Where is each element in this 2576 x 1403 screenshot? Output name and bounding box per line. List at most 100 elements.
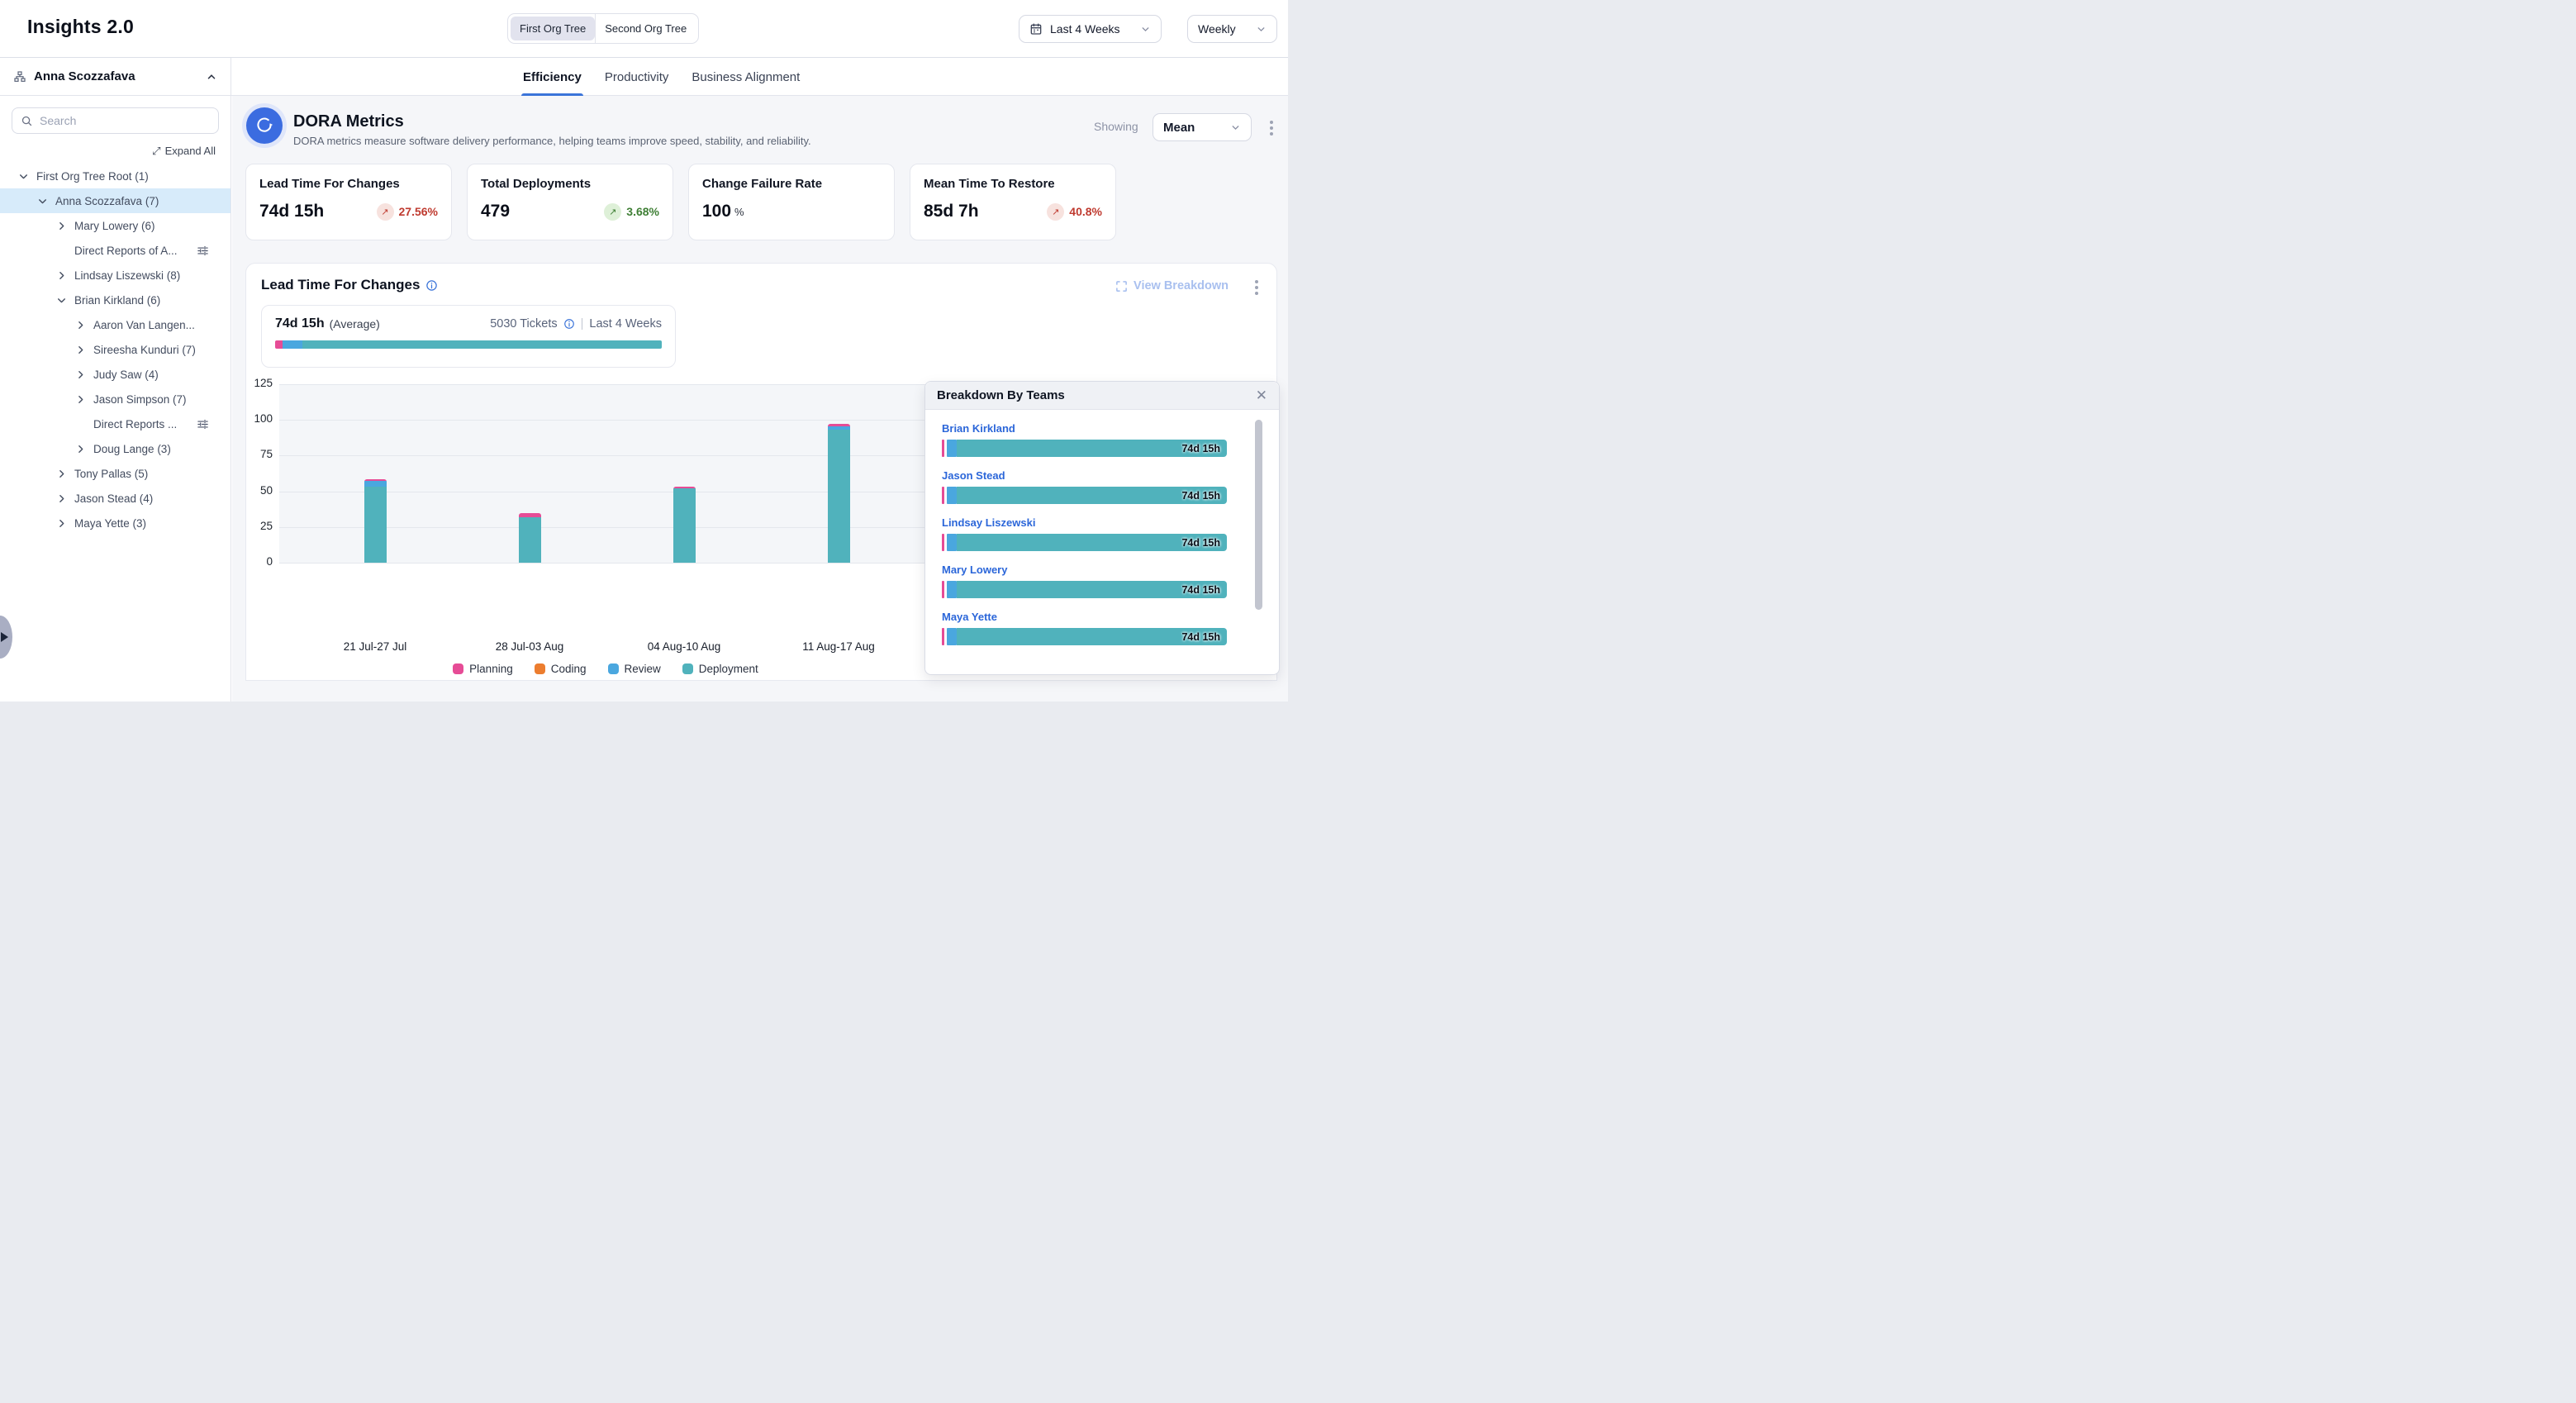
- tree-item-label: Jason Stead (4): [74, 492, 153, 505]
- chevron-right-icon[interactable]: [56, 492, 68, 504]
- tab-productivity[interactable]: Productivity: [605, 58, 669, 96]
- dora-section-title: DORA Metrics: [293, 112, 404, 131]
- chevron-down-icon[interactable]: [56, 294, 68, 306]
- metric-value: 74d 15h: [259, 202, 324, 221]
- trend-badge: ↗3.68%: [604, 203, 659, 221]
- tree-item-tony-pallas-5[interactable]: Tony Pallas (5): [0, 461, 231, 486]
- chevron-right-icon[interactable]: [75, 319, 87, 331]
- tree-item-sireesha-kunduri-7[interactable]: Sireesha Kunduri (7): [0, 337, 231, 362]
- chevron-right-icon[interactable]: [75, 393, 87, 405]
- tree-item-aaron-van-langen[interactable]: Aaron Van Langen...: [0, 312, 231, 337]
- legend-item-planning[interactable]: Planning: [453, 663, 513, 675]
- tree-item-lindsay-liszewski-8[interactable]: Lindsay Liszewski (8): [0, 263, 231, 288]
- tree-item-direct-reports[interactable]: Direct Reports ...: [0, 411, 231, 436]
- tree-item-label: Doug Lange (3): [93, 443, 171, 455]
- org-tree-sidebar: ⤢ Expand All First Org Tree Root (1) Anna…: [0, 96, 231, 702]
- search-input[interactable]: [40, 114, 210, 127]
- chevron-down-icon: [1230, 122, 1241, 133]
- insights-app: Insights 2.0 First Org TreeSecond Org Tr…: [0, 0, 1288, 702]
- showing-select[interactable]: Mean: [1153, 113, 1252, 141]
- summary-period: Last 4 Weeks: [589, 317, 662, 331]
- sidebar-header[interactable]: Anna Scozzafava: [0, 58, 231, 96]
- panel-scrollbar-thumb[interactable]: [1255, 420, 1262, 610]
- chevron-right-icon[interactable]: [75, 443, 87, 454]
- team-name-link[interactable]: Mary Lowery: [942, 564, 1262, 576]
- tree-item-brian-kirkland-6[interactable]: Brian Kirkland (6): [0, 288, 231, 312]
- tab-efficiency[interactable]: Efficiency: [523, 58, 582, 96]
- summary-tickets: 5030 Tickets: [490, 317, 557, 331]
- tree-item-anna-scozzafava-7[interactable]: Anna Scozzafava (7): [0, 188, 231, 213]
- tree-item-jason-stead-4[interactable]: Jason Stead (4): [0, 486, 231, 511]
- stacked-bar-4: [828, 424, 850, 564]
- filter-sliders-icon[interactable]: [197, 245, 209, 257]
- stacked-bar-2: [519, 513, 541, 563]
- tree-item-label: Anna Scozzafava (7): [55, 195, 159, 207]
- chevron-right-icon[interactable]: [56, 220, 68, 231]
- tree-item-direct-reports-of-a[interactable]: Direct Reports of A...: [0, 238, 231, 263]
- breakdown-row-jason-stead: Jason Stead 74d 15h: [942, 469, 1262, 504]
- lead-time-menu-button[interactable]: [1255, 280, 1258, 295]
- trend-up-icon: ↗: [377, 203, 394, 221]
- tree-item-maya-yette-3[interactable]: Maya Yette (3): [0, 511, 231, 535]
- dora-menu-button[interactable]: [1270, 121, 1273, 136]
- chevron-right-icon[interactable]: [75, 369, 87, 380]
- y-axis-tick: 25: [246, 520, 273, 532]
- team-name-link[interactable]: Maya Yette: [942, 611, 1262, 623]
- breakdown-by-teams-panel: Breakdown By Teams ✕ Brian Kirkland 74d …: [924, 381, 1280, 675]
- legend-item-coding[interactable]: Coding: [535, 663, 587, 675]
- org-tree-option-2[interactable]: Second Org Tree: [596, 17, 696, 40]
- y-axis-tick: 75: [246, 448, 273, 460]
- bar-segment-deployment: [828, 430, 850, 563]
- tab-business-alignment[interactable]: Business Alignment: [692, 58, 800, 96]
- legend-swatch: [453, 663, 463, 674]
- x-axis-label: 28 Jul-03 Aug: [472, 640, 587, 653]
- expand-all-button[interactable]: ⤢ Expand All: [15, 145, 216, 157]
- tree-item-label: Maya Yette (3): [74, 517, 146, 530]
- tree-item-label: First Org Tree Root (1): [36, 170, 149, 183]
- team-name-link[interactable]: Lindsay Liszewski: [942, 516, 1262, 529]
- view-breakdown-button[interactable]: View Breakdown: [1115, 279, 1229, 292]
- tree-item-doug-lange-3[interactable]: Doug Lange (3): [0, 436, 231, 461]
- filter-sliders-icon[interactable]: [197, 418, 209, 430]
- tree-item-label: Brian Kirkland (6): [74, 294, 160, 307]
- chart-legend: Planning Coding Review Deployment: [279, 663, 932, 675]
- chevron-right-icon[interactable]: [75, 344, 87, 355]
- y-axis-tick: 0: [246, 555, 273, 568]
- bar-segment-deployment: 74d 15h: [957, 534, 1227, 551]
- team-name-link[interactable]: Brian Kirkland: [942, 422, 1262, 435]
- granularity-value: Weekly: [1198, 22, 1236, 36]
- org-tree-option-1[interactable]: First Org Tree: [511, 17, 595, 40]
- chevron-right-icon[interactable]: [56, 269, 68, 281]
- granularity-select[interactable]: Weekly: [1187, 15, 1277, 43]
- metric-value: 85d 7h: [924, 202, 979, 221]
- close-icon[interactable]: ✕: [1256, 388, 1267, 402]
- chevron-up-icon[interactable]: [206, 71, 217, 83]
- legend-item-deployment[interactable]: Deployment: [682, 663, 758, 675]
- tree-item-first-org-tree-root-1[interactable]: First Org Tree Root (1): [0, 164, 231, 188]
- divider: |: [581, 317, 584, 331]
- chevron-right-icon[interactable]: [56, 517, 68, 529]
- tree-item-jason-simpson-7[interactable]: Jason Simpson (7): [0, 387, 231, 411]
- date-range-select[interactable]: Last 4 Weeks: [1019, 15, 1162, 43]
- bar-segment-deployment: 74d 15h: [957, 581, 1227, 598]
- selected-user-name: Anna Scozzafava: [34, 69, 135, 83]
- tree-item-mary-lowery-6[interactable]: Mary Lowery (6): [0, 213, 231, 238]
- bar-segment-deployment: [673, 488, 696, 563]
- showing-value: Mean: [1163, 121, 1195, 135]
- chevron-down-icon[interactable]: [37, 195, 49, 207]
- x-axis-label: 11 Aug-17 Aug: [781, 640, 896, 653]
- chevron-right-icon[interactable]: [56, 468, 68, 479]
- info-icon[interactable]: [563, 318, 575, 330]
- breakdown-panel-body: Brian Kirkland 74d 15h Jason Stead 74d 1…: [925, 410, 1279, 645]
- calendar-icon: [1029, 22, 1043, 36]
- chevron-down-icon[interactable]: [18, 170, 30, 182]
- info-icon[interactable]: [425, 279, 438, 292]
- tree-item-judy-saw-4[interactable]: Judy Saw (4): [0, 362, 231, 387]
- legend-item-review[interactable]: Review: [608, 663, 661, 675]
- tab-strip: Efficiency Productivity Business Alignment: [231, 58, 1288, 96]
- org-hierarchy-icon: [13, 70, 26, 83]
- metric-card-change-failure-rate: Change Failure Rate 100%: [688, 164, 895, 240]
- app-title: Insights 2.0: [27, 16, 134, 38]
- metric-value: 100: [702, 202, 731, 221]
- team-name-link[interactable]: Jason Stead: [942, 469, 1262, 482]
